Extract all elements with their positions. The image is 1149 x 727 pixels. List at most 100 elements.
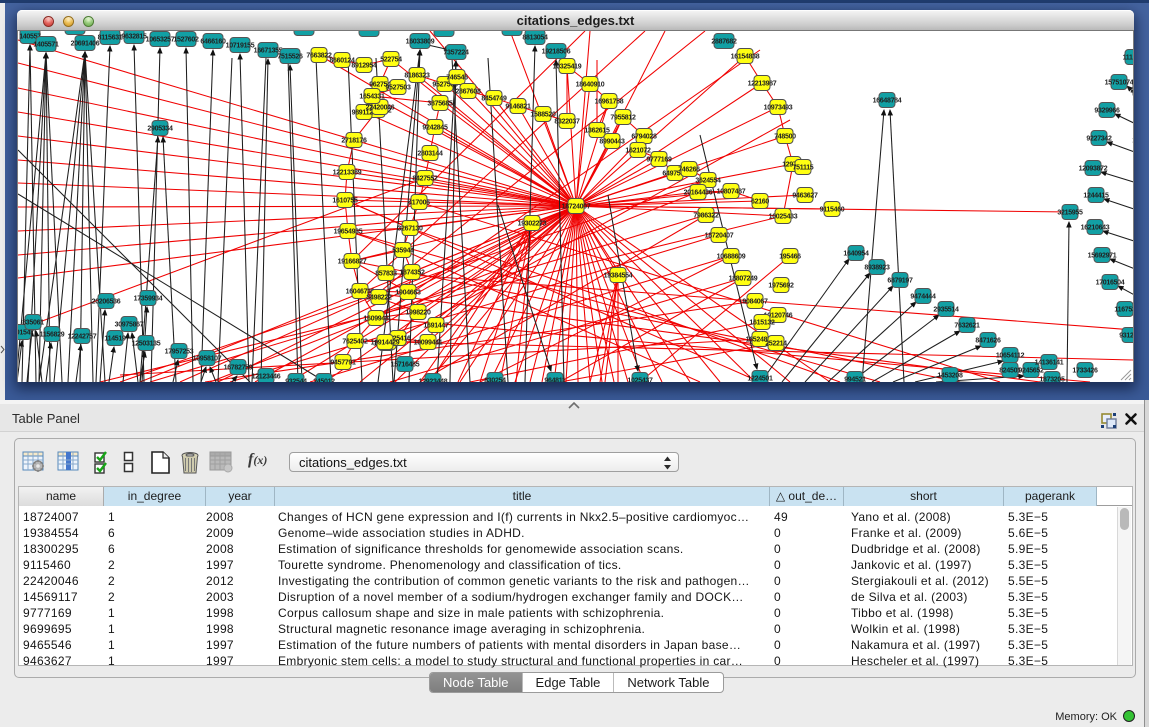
svg-text:1405571: 1405571 bbox=[33, 42, 59, 49]
svg-text:8990443: 8990443 bbox=[599, 139, 625, 146]
svg-text:16154838: 16154838 bbox=[731, 54, 760, 61]
svg-text:9084067: 9084067 bbox=[742, 299, 768, 306]
svg-text:15692971: 15692971 bbox=[1088, 253, 1117, 260]
svg-text:15716485: 15716485 bbox=[391, 362, 420, 369]
svg-text:6466160: 6466160 bbox=[200, 39, 226, 46]
svg-text:522754: 522754 bbox=[380, 57, 402, 64]
svg-text:111276: 111276 bbox=[1123, 55, 1133, 62]
svg-text:17957253: 17957253 bbox=[165, 349, 194, 356]
svg-text:9329966: 9329966 bbox=[1094, 108, 1120, 115]
svg-text:8115631: 8115631 bbox=[98, 35, 123, 42]
svg-text:6879197: 6879197 bbox=[887, 278, 913, 285]
svg-text:835061: 835061 bbox=[22, 320, 44, 327]
svg-text:1733426: 1733426 bbox=[1072, 368, 1098, 375]
svg-text:18640910: 18640910 bbox=[576, 82, 605, 89]
svg-text:252214: 252214 bbox=[765, 341, 787, 348]
svg-text:857833: 857833 bbox=[375, 271, 397, 278]
svg-text:1453208: 1453208 bbox=[937, 373, 963, 380]
svg-text:1588520: 1588520 bbox=[530, 112, 556, 119]
svg-text:2867608: 2867608 bbox=[455, 89, 481, 96]
svg-text:18724007: 18724007 bbox=[562, 204, 591, 211]
svg-text:12923448: 12923448 bbox=[419, 379, 448, 383]
svg-text:1615132: 1615132 bbox=[749, 320, 775, 327]
svg-text:19384554: 19384554 bbox=[604, 273, 633, 280]
svg-text:746546: 746546 bbox=[446, 75, 468, 82]
svg-text:8454749: 8454749 bbox=[481, 96, 507, 103]
svg-text:16648784: 16648784 bbox=[873, 98, 902, 105]
svg-text:1156829: 1156829 bbox=[40, 332, 65, 339]
svg-text:17016504: 17016504 bbox=[1096, 280, 1125, 287]
svg-text:10973493: 10973493 bbox=[764, 105, 793, 112]
svg-text:22420046: 22420046 bbox=[366, 105, 395, 112]
svg-text:12123446: 12123446 bbox=[252, 374, 281, 381]
svg-text:204511: 204511 bbox=[1130, 88, 1133, 95]
svg-text:7625402: 7625402 bbox=[342, 339, 368, 346]
svg-text:10025433: 10025433 bbox=[769, 214, 798, 221]
svg-text:12093872: 12093872 bbox=[1079, 166, 1108, 173]
svg-text:1025437: 1025437 bbox=[627, 378, 653, 383]
svg-text:10807487: 10807487 bbox=[717, 189, 746, 196]
svg-text:12503135: 12503135 bbox=[132, 341, 161, 348]
svg-text:1610755: 1610755 bbox=[332, 198, 358, 205]
svg-text:1904663: 1904663 bbox=[395, 290, 421, 297]
svg-text:245012: 245012 bbox=[313, 379, 335, 383]
svg-text:8938923: 8938923 bbox=[864, 265, 890, 272]
svg-text:120443: 120443 bbox=[1132, 138, 1133, 145]
svg-text:932544: 932544 bbox=[285, 379, 307, 383]
svg-text:1527602: 1527602 bbox=[173, 37, 199, 44]
svg-text:3875685: 3875685 bbox=[427, 101, 453, 108]
svg-text:3267130: 3267130 bbox=[397, 226, 423, 233]
svg-text:9777169: 9777169 bbox=[646, 157, 672, 164]
svg-text:7986322: 7986322 bbox=[693, 213, 719, 220]
svg-text:391547: 391547 bbox=[18, 330, 34, 337]
svg-text:19302273: 19302273 bbox=[518, 221, 547, 228]
svg-text:8813054: 8813054 bbox=[522, 35, 548, 42]
svg-text:746266: 746266 bbox=[678, 167, 700, 174]
svg-text:18807249: 18807249 bbox=[729, 276, 758, 283]
svg-text:7663822: 7663822 bbox=[306, 53, 332, 60]
svg-text:1244415: 1244415 bbox=[1083, 193, 1109, 200]
svg-text:2935514: 2935514 bbox=[933, 307, 959, 314]
svg-text:3215955: 3215955 bbox=[1057, 210, 1083, 217]
svg-text:6794028: 6794028 bbox=[631, 134, 657, 141]
svg-text:1609948: 1609948 bbox=[363, 316, 389, 323]
svg-text:10958107: 10958107 bbox=[193, 356, 222, 363]
svg-text:1640954: 1640954 bbox=[843, 251, 869, 258]
svg-text:19218506: 19218506 bbox=[542, 49, 571, 56]
svg-text:12242757: 12242757 bbox=[68, 334, 97, 341]
svg-text:1224501: 1224501 bbox=[747, 376, 773, 383]
svg-text:114519: 114519 bbox=[104, 336, 126, 343]
svg-text:8912954: 8912954 bbox=[351, 63, 377, 70]
svg-text:20691406: 20691406 bbox=[71, 41, 100, 48]
svg-text:535944: 535944 bbox=[392, 248, 414, 255]
svg-text:16782759: 16782759 bbox=[224, 365, 253, 372]
svg-text:17359934: 17359934 bbox=[134, 296, 163, 303]
svg-text:9115460: 9115460 bbox=[820, 207, 845, 214]
svg-text:16210643: 16210643 bbox=[1081, 225, 1110, 232]
svg-text:1998220: 1998220 bbox=[405, 310, 431, 317]
svg-text:9227342: 9227342 bbox=[1086, 136, 1112, 143]
svg-text:12213987: 12213987 bbox=[748, 81, 777, 88]
svg-text:10654112: 10654112 bbox=[996, 353, 1025, 360]
svg-text:10099441: 10099441 bbox=[414, 340, 443, 347]
svg-text:10719155: 10719155 bbox=[226, 43, 255, 50]
svg-text:3624554: 3624554 bbox=[695, 178, 721, 185]
svg-text:10688609: 10688609 bbox=[717, 254, 746, 261]
svg-text:1621072: 1621072 bbox=[625, 148, 651, 155]
svg-text:16033809: 16033809 bbox=[406, 39, 435, 46]
svg-text:830254: 830254 bbox=[484, 378, 506, 383]
svg-text:1691447: 1691447 bbox=[423, 323, 449, 330]
svg-text:1975692: 1975692 bbox=[768, 283, 794, 290]
svg-text:15751074: 15751074 bbox=[1105, 80, 1133, 87]
svg-text:12213389: 12213389 bbox=[333, 170, 362, 177]
svg-text:2905334: 2905334 bbox=[147, 126, 173, 133]
svg-text:10325419: 10325419 bbox=[553, 64, 582, 71]
svg-text:931205: 931205 bbox=[1119, 333, 1133, 340]
svg-text:2887682: 2887682 bbox=[711, 39, 737, 46]
svg-text:20206536: 20206536 bbox=[92, 299, 121, 306]
svg-text:751115: 751115 bbox=[793, 165, 814, 172]
svg-text:19914429: 19914429 bbox=[371, 340, 400, 347]
svg-text:748500: 748500 bbox=[774, 134, 796, 141]
svg-text:9474444: 9474444 bbox=[910, 294, 936, 301]
svg-text:116753: 116753 bbox=[1114, 307, 1133, 314]
